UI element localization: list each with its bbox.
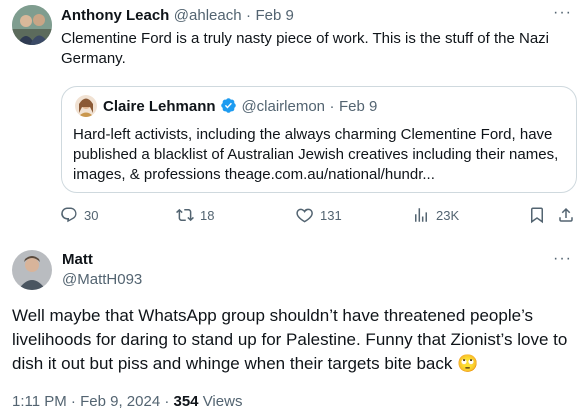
- views-icon: [415, 208, 427, 222]
- reply-time[interactable]: 1:11 PM: [12, 393, 67, 410]
- author-handle[interactable]: @ahleach: [174, 7, 242, 24]
- bookmark-button[interactable]: [528, 206, 552, 224]
- separator: ·: [246, 7, 252, 24]
- quote-author-name: Claire Lehmann: [103, 98, 216, 115]
- reply-author-handle[interactable]: @MattH093: [62, 271, 142, 288]
- reply-icon: [61, 207, 77, 223]
- share-button[interactable]: [557, 206, 581, 224]
- views-button[interactable]: 23K: [412, 206, 459, 224]
- reply-date[interactable]: Feb 9, 2024: [80, 393, 160, 410]
- author-name[interactable]: Anthony Leach: [61, 7, 169, 24]
- separator: ·: [164, 393, 170, 410]
- more-icon[interactable]: ···: [553, 4, 572, 22]
- verified-badge-icon: [221, 98, 236, 113]
- reply-author-name[interactable]: Matt: [62, 251, 93, 268]
- like-count: 131: [320, 207, 342, 223]
- separator: ·: [70, 393, 76, 410]
- bookmark-icon: [531, 207, 543, 224]
- views-count: 23K: [436, 207, 460, 223]
- reply-text-block: Well maybe that WhatsApp group shouldn’t…: [12, 304, 577, 376]
- repost-icon: [176, 208, 194, 222]
- tweet-date[interactable]: Feb 9: [255, 7, 293, 24]
- tweet-text: Clementine Ford is a truly nasty piece o…: [61, 30, 549, 67]
- quote-text: Hard-left activists, including the alway…: [73, 126, 559, 183]
- eye-roll-emoji: 🙄: [457, 354, 479, 373]
- share-icon: [559, 207, 573, 222]
- reply-author-avatar[interactable]: [12, 250, 52, 290]
- quote-author-handle: @clairlemon: [241, 98, 326, 115]
- quoted-tweet[interactable]: Claire Lehmann @clairlemon · Feb 9 Hard-…: [61, 86, 577, 193]
- like-icon: [296, 208, 313, 223]
- repost-button[interactable]: 18: [176, 206, 214, 224]
- more-icon[interactable]: ···: [553, 250, 572, 268]
- reply-text: Well maybe that WhatsApp group shouldn’t…: [12, 306, 568, 373]
- like-button[interactable]: 131: [296, 206, 342, 224]
- author-avatar[interactable]: [12, 5, 52, 45]
- separator: ·: [329, 98, 335, 115]
- quote-author-avatar: [75, 95, 97, 117]
- reply-count: 30: [84, 207, 99, 223]
- reply-views-count: 354: [173, 393, 199, 410]
- reply-views-label: Views: [202, 393, 243, 410]
- quote-date: Feb 9: [338, 98, 378, 115]
- reply-button[interactable]: 30: [60, 206, 98, 224]
- repost-count: 18: [200, 207, 215, 223]
